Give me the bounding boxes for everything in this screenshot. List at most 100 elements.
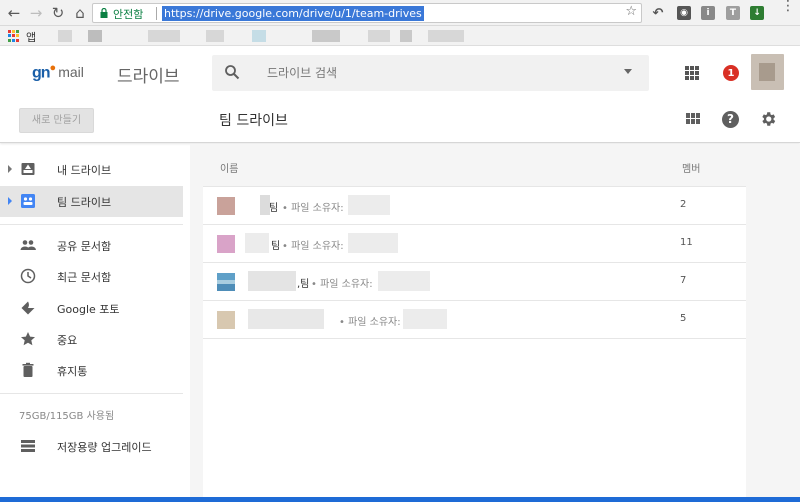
browser-toolbar: ← → ↻ ⌂ 안전함 https://drive.google.com/dri…	[0, 0, 800, 26]
logo-dot: ●	[49, 62, 57, 74]
column-header-members[interactable]: 멤버	[682, 160, 700, 175]
gn-mail-logo[interactable]: gn● mail	[32, 62, 84, 82]
upgrade-storage-label: 저장용량 업그레이드	[57, 441, 152, 454]
taskbar-edge	[0, 497, 800, 502]
reply-arrow-icon[interactable]: ↶	[651, 6, 665, 21]
google-apps-icon[interactable]	[685, 66, 699, 80]
bookmark-item[interactable]	[428, 30, 464, 42]
redacted-text	[348, 233, 398, 253]
sidebar-item-label: 휴지통	[57, 365, 88, 378]
star-icon	[21, 332, 35, 346]
apps-bookmark-label[interactable]: 앱	[26, 29, 36, 45]
sidebar-item-label: Google 포토	[57, 303, 120, 316]
sidebar-item-label: 최근 문서함	[57, 271, 112, 284]
grid-view-icon[interactable]	[686, 113, 700, 125]
owner-label: • 파일 소유자:	[282, 241, 344, 252]
bookmark-item[interactable]	[252, 30, 266, 42]
shared-icon	[20, 240, 36, 250]
sidebar-item-team-drives[interactable]: 팀 드라이브	[0, 186, 183, 217]
secure-label: 안전함	[113, 8, 144, 21]
app-header: gn●mail 드라이브 1 새로 만들기 팀 드라이브 ?	[0, 46, 800, 143]
extension-t-icon[interactable]: T	[726, 6, 740, 20]
redacted-text	[403, 309, 447, 329]
member-count: 7	[680, 275, 687, 286]
avatar[interactable]	[751, 54, 784, 90]
drive-icon	[21, 163, 35, 175]
sidebar-item-trash[interactable]: 휴지통	[0, 355, 183, 386]
bookmark-item[interactable]	[148, 30, 180, 42]
gear-icon[interactable]	[759, 110, 777, 128]
trash-icon	[22, 362, 34, 377]
extension-info-icon[interactable]: i	[701, 6, 715, 20]
team-drive-name: 팀	[271, 241, 281, 252]
sidebar-item-shared[interactable]: 공유 문서함	[0, 230, 183, 261]
member-count: 5	[680, 313, 687, 324]
new-button[interactable]: 새로 만들기	[19, 108, 94, 133]
bookmark-star-icon[interactable]: ☆	[625, 4, 637, 19]
search-input[interactable]	[267, 64, 597, 82]
browser-menu-icon[interactable]: ⋮	[781, 0, 795, 13]
extension-download-icon[interactable]: ↓	[750, 6, 764, 20]
logo-gn-text: gn	[32, 64, 51, 82]
owner-label: • 파일 소유자:	[282, 203, 344, 214]
notification-badge[interactable]: 1	[723, 65, 739, 81]
page-title: 팀 드라이브	[219, 113, 288, 129]
clock-icon	[20, 268, 36, 284]
reload-icon[interactable]: ↻	[48, 3, 68, 23]
member-count: 2	[680, 199, 687, 210]
redacted-text	[248, 271, 296, 291]
sidebar-item-label: 중요	[57, 334, 78, 347]
bookmark-item[interactable]	[368, 30, 390, 42]
lock-icon	[100, 8, 108, 18]
bookmarks-bar: 앱	[0, 26, 800, 46]
table-row[interactable]: 팀 • 파일 소유자: 11	[203, 225, 746, 263]
column-header-name[interactable]: 이름	[220, 160, 238, 175]
forward-arrow-icon[interactable]: →	[26, 3, 46, 23]
team-drive-name: 팀	[269, 203, 279, 214]
bookmark-item[interactable]	[312, 30, 340, 42]
sidebar-item-starred[interactable]: 중요	[0, 324, 183, 355]
redacted-text	[248, 309, 324, 329]
redacted-text	[378, 271, 430, 291]
table-row[interactable]: 팀 • 파일 소유자: 2	[203, 187, 746, 225]
storage-icon	[21, 440, 35, 452]
expand-arrow-icon[interactable]	[8, 165, 12, 173]
back-arrow-icon[interactable]: ←	[4, 3, 24, 23]
home-icon[interactable]: ⌂	[70, 3, 90, 23]
logo-mail-text: mail	[58, 64, 84, 81]
bookmark-item[interactable]	[88, 30, 102, 42]
team-drive-list-area: 이름 멤버 팀 • 파일 소유자: 2 팀 • 파일 소유자: 11 ,팀 • …	[190, 144, 800, 502]
expand-arrow-icon[interactable]	[8, 197, 12, 205]
search-icon[interactable]	[224, 64, 240, 80]
team-drive-thumbnail	[217, 197, 235, 215]
bookmark-item[interactable]	[58, 30, 72, 42]
bookmark-item[interactable]	[206, 30, 224, 42]
apps-launcher-icon[interactable]	[8, 30, 20, 42]
team-drive-thumbnail	[217, 311, 235, 329]
extension-shield-icon[interactable]: ◉	[677, 6, 691, 20]
owner-label: • 파일 소유자:	[311, 279, 373, 290]
sidebar-divider	[0, 224, 183, 225]
bookmark-item[interactable]	[400, 30, 412, 42]
storage-usage: 75GB/115GB 사용됨	[19, 411, 115, 422]
table-row[interactable]: ,팀 • 파일 소유자: 7	[203, 263, 746, 301]
sidebar-item-label: 팀 드라이브	[57, 196, 112, 209]
team-drive-thumbnail	[217, 273, 235, 291]
sidebar-item-recent[interactable]: 최근 문서함	[0, 261, 183, 292]
team-drive-list: 팀 • 파일 소유자: 2 팀 • 파일 소유자: 11 ,팀 • 파일 소유자…	[203, 186, 746, 502]
member-count: 11	[680, 237, 693, 248]
url-text[interactable]: https://drive.google.com/drive/u/1/team-…	[162, 6, 424, 21]
omnibox-divider	[156, 7, 157, 20]
search-box[interactable]	[212, 55, 649, 91]
sidebar-item-google-photos[interactable]: Google 포토	[0, 293, 183, 324]
sidebar: 내 드라이브 팀 드라이브 공유 문서함 최근 문서함 Google 포토 중요…	[0, 144, 190, 502]
sidebar-divider	[0, 393, 183, 394]
address-bar[interactable]: 안전함 https://drive.google.com/drive/u/1/t…	[92, 3, 642, 23]
photos-icon	[21, 301, 35, 315]
search-options-icon[interactable]	[624, 69, 632, 74]
sidebar-item-my-drive[interactable]: 내 드라이브	[0, 154, 183, 185]
upgrade-storage-link[interactable]: 저장용량 업그레이드	[0, 432, 183, 460]
owner-label: • 파일 소유자:	[339, 317, 401, 328]
help-icon[interactable]: ?	[722, 111, 739, 128]
table-row[interactable]: • 파일 소유자: 5	[203, 301, 746, 339]
